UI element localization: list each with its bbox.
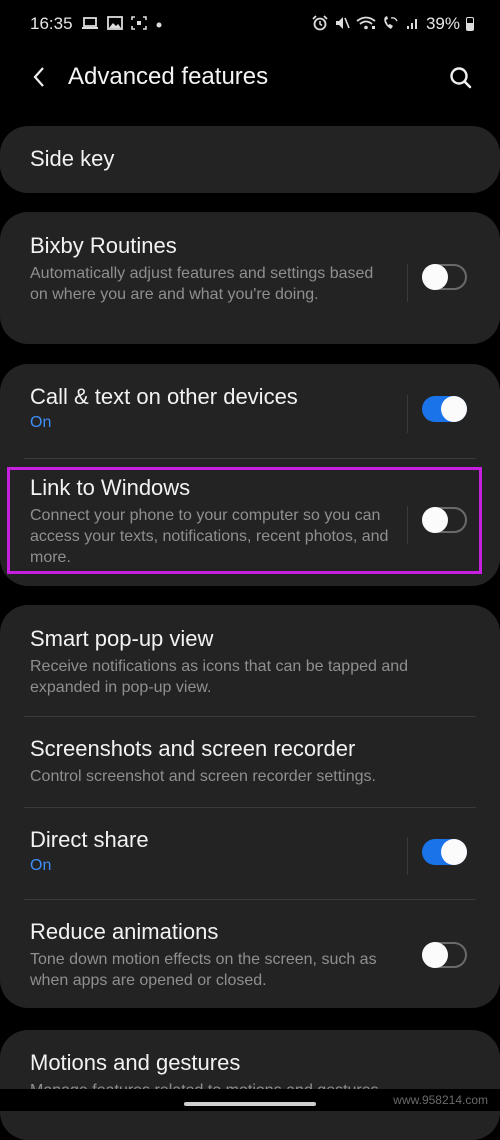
watermark: www.958214.com	[393, 1093, 488, 1107]
setting-description: Receive notifications as icons that can …	[30, 658, 409, 696]
signal-icon	[406, 16, 420, 32]
setting-title: Smart pop-up view	[30, 626, 214, 651]
search-icon	[450, 67, 472, 89]
setting-title: Motions and gestures	[30, 1050, 241, 1075]
setting-status: On	[30, 857, 52, 874]
battery-percent: 39%	[425, 14, 460, 33]
dot-icon	[155, 17, 163, 31]
app-bar: Advanced features	[0, 56, 500, 102]
setting-screenshots-recorder[interactable]: Screenshots and screen recorder Control …	[0, 717, 500, 807]
setting-description: Connect your phone to your computer so y…	[30, 507, 389, 566]
alarm-icon	[312, 15, 328, 33]
setting-smart-popup-view[interactable]: Smart pop-up view Receive notifications …	[0, 605, 500, 716]
settings-group-interaction: Smart pop-up view Receive notifications …	[0, 605, 500, 1008]
wifi-icon	[356, 15, 376, 33]
setting-description: Automatically adjust features and settin…	[30, 265, 374, 303]
setting-description: Tone down motion effects on the screen, …	[30, 951, 377, 989]
status-bar: 16:35 39%	[0, 0, 500, 50]
call-text-toggle[interactable]	[422, 396, 467, 422]
setting-title: Link to Windows	[30, 475, 191, 500]
clock: 16:35	[30, 14, 73, 33]
setting-status: On	[30, 414, 52, 431]
bixby-routines-toggle[interactable]	[422, 264, 467, 290]
separator	[407, 264, 408, 302]
setting-title: Side key	[30, 146, 115, 171]
setting-title: Call & text on other devices	[30, 384, 298, 409]
back-button[interactable]	[28, 62, 52, 92]
setting-side-key[interactable]: Side key	[0, 126, 500, 172]
setting-title: Direct share	[30, 827, 149, 852]
page-title: Advanced features	[68, 63, 269, 90]
toggle-knob	[422, 507, 448, 533]
toggle-knob	[422, 942, 448, 968]
separator	[407, 837, 408, 875]
reduce-animations-toggle[interactable]	[422, 942, 467, 968]
settings-group-connectivity: Call & text on other devices On Link to …	[0, 364, 500, 586]
toggle-knob	[441, 839, 467, 865]
setting-bixby-routines[interactable]: Bixby Routines Automatically adjust feat…	[0, 212, 500, 305]
back-chevron-icon	[33, 67, 44, 87]
setting-title: Reduce animations	[30, 919, 219, 944]
direct-share-toggle[interactable]	[422, 839, 467, 865]
settings-group-side-key: Side key	[0, 126, 500, 193]
laptop-icon	[81, 16, 99, 32]
search-button[interactable]	[448, 65, 474, 91]
setting-title: Screenshots and screen recorder	[30, 736, 356, 761]
settings-group-motions: Motions and gestures Manage features rel…	[0, 1030, 500, 1140]
wifi-calling-icon	[382, 15, 400, 33]
toggle-knob	[441, 396, 467, 422]
home-gesture-handle[interactable]	[184, 1102, 316, 1106]
battery-icon	[466, 17, 474, 31]
settings-group-bixby: Bixby Routines Automatically adjust feat…	[0, 212, 500, 344]
setting-description: Control screenshot and screen recorder s…	[30, 768, 376, 785]
separator	[407, 506, 408, 544]
screenshot-icon	[130, 16, 147, 32]
toggle-knob	[422, 264, 448, 290]
link-to-windows-toggle[interactable]	[422, 507, 467, 533]
separator	[407, 395, 408, 433]
setting-title: Bixby Routines	[30, 233, 177, 258]
mute-icon	[334, 15, 350, 33]
gallery-icon	[106, 16, 123, 32]
